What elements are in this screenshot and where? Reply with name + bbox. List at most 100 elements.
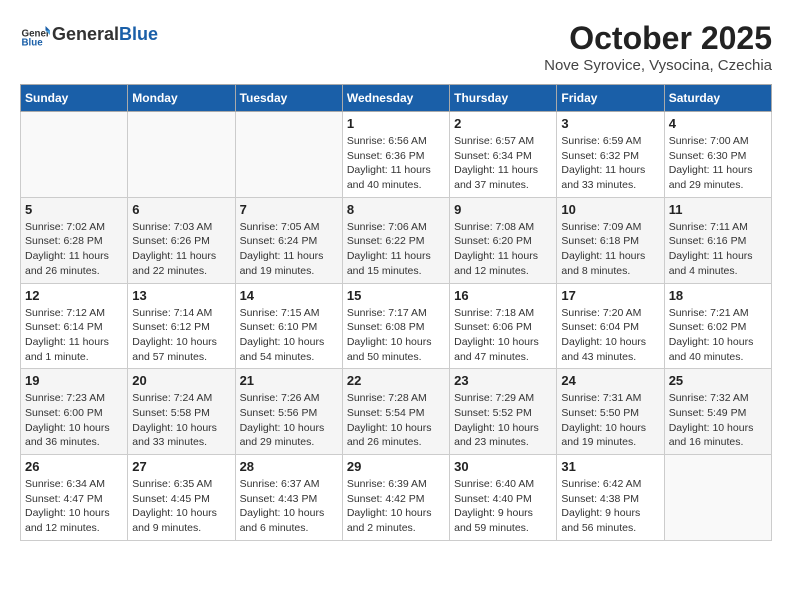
weekday-header-sunday: Sunday <box>21 85 128 112</box>
day-info: Sunrise: 7:29 AM Sunset: 5:52 PM Dayligh… <box>454 391 552 450</box>
day-info: Sunrise: 7:20 AM Sunset: 6:04 PM Dayligh… <box>561 306 659 365</box>
calendar-cell: 17 Sunrise: 7:20 AM Sunset: 6:04 PM Dayli… <box>557 283 664 369</box>
calendar-cell: 2 Sunrise: 6:57 AM Sunset: 6:34 PM Daylig… <box>450 112 557 198</box>
day-number: 24 <box>561 373 659 388</box>
calendar-cell: 6Sunrise: 7:03 AM Sunset: 6:26 PM Daylig… <box>128 197 235 283</box>
page-header: General Blue GeneralBlue October 2025 No… <box>20 20 772 74</box>
day-info: Sunrise: 7:00 AM Sunset: 6:30 PM Dayligh… <box>669 134 767 193</box>
day-number: 2 <box>454 116 552 131</box>
day-number: 27 <box>132 459 230 474</box>
day-info: Sunrise: 7:24 AM Sunset: 5:58 PM Dayligh… <box>132 391 230 450</box>
day-info: Sunrise: 7:05 AM Sunset: 6:24 PM Dayligh… <box>240 220 338 279</box>
calendar-cell: 25 Sunrise: 7:32 AM Sunset: 5:49 PM Dayli… <box>664 369 771 455</box>
day-info: Sunrise: 7:03 AM Sunset: 6:26 PM Dayligh… <box>132 220 230 279</box>
calendar-cell: 31 Sunrise: 6:42 AM Sunset: 4:38 PM Dayli… <box>557 455 664 541</box>
day-info: Sunrise: 7:32 AM Sunset: 5:49 PM Dayligh… <box>669 391 767 450</box>
day-info: Sunrise: 7:15 AM Sunset: 6:10 PM Dayligh… <box>240 306 338 365</box>
logo: General Blue GeneralBlue <box>20 20 158 50</box>
day-info: Sunrise: 7:08 AM Sunset: 6:20 PM Dayligh… <box>454 220 552 279</box>
day-info: Sunrise: 7:26 AM Sunset: 5:56 PM Dayligh… <box>240 391 338 450</box>
calendar-cell <box>128 112 235 198</box>
calendar-cell: 16 Sunrise: 7:18 AM Sunset: 6:06 PM Dayli… <box>450 283 557 369</box>
day-number: 15 <box>347 288 445 303</box>
day-number: 13 <box>132 288 230 303</box>
day-number: 12 <box>25 288 123 303</box>
day-number: 4 <box>669 116 767 131</box>
calendar-cell: 28 Sunrise: 6:37 AM Sunset: 4:43 PM Dayli… <box>235 455 342 541</box>
location: Nove Syrovice, Vysocina, Czechia <box>544 57 772 74</box>
month-title: October 2025 <box>544 20 772 57</box>
calendar-cell: 22Sunrise: 7:28 AM Sunset: 5:54 PM Dayli… <box>342 369 449 455</box>
calendar-cell: 21 Sunrise: 7:26 AM Sunset: 5:56 PM Dayli… <box>235 369 342 455</box>
logo-blue: Blue <box>119 24 158 44</box>
calendar-table: SundayMondayTuesdayWednesdayThursdayFrid… <box>20 84 772 541</box>
weekday-header-tuesday: Tuesday <box>235 85 342 112</box>
calendar-week-row: 5Sunrise: 7:02 AM Sunset: 6:28 PM Daylig… <box>21 197 772 283</box>
calendar-cell: 29Sunrise: 6:39 AM Sunset: 4:42 PM Dayli… <box>342 455 449 541</box>
day-info: Sunrise: 7:18 AM Sunset: 6:06 PM Dayligh… <box>454 306 552 365</box>
calendar-cell: 3 Sunrise: 6:59 AM Sunset: 6:32 PM Daylig… <box>557 112 664 198</box>
calendar-cell: 14 Sunrise: 7:15 AM Sunset: 6:10 PM Dayli… <box>235 283 342 369</box>
calendar-cell: 15 Sunrise: 7:17 AM Sunset: 6:08 PM Dayli… <box>342 283 449 369</box>
day-info: Sunrise: 7:12 AM Sunset: 6:14 PM Dayligh… <box>25 306 123 365</box>
day-number: 23 <box>454 373 552 388</box>
day-number: 9 <box>454 202 552 217</box>
day-info: Sunrise: 6:57 AM Sunset: 6:34 PM Dayligh… <box>454 134 552 193</box>
calendar-cell <box>664 455 771 541</box>
calendar-week-row: 26 Sunrise: 6:34 AM Sunset: 4:47 PM Dayli… <box>21 455 772 541</box>
calendar-cell <box>235 112 342 198</box>
day-number: 3 <box>561 116 659 131</box>
calendar-cell: 18Sunrise: 7:21 AM Sunset: 6:02 PM Dayli… <box>664 283 771 369</box>
calendar-cell: 11 Sunrise: 7:11 AM Sunset: 6:16 PM Dayli… <box>664 197 771 283</box>
day-info: Sunrise: 7:23 AM Sunset: 6:00 PM Dayligh… <box>25 391 123 450</box>
calendar-cell: 30 Sunrise: 6:40 AM Sunset: 4:40 PM Dayli… <box>450 455 557 541</box>
day-info: Sunrise: 7:14 AM Sunset: 6:12 PM Dayligh… <box>132 306 230 365</box>
day-number: 25 <box>669 373 767 388</box>
logo-general: General <box>52 24 119 44</box>
weekday-header-thursday: Thursday <box>450 85 557 112</box>
weekday-header-friday: Friday <box>557 85 664 112</box>
calendar-week-row: 1 Sunrise: 6:56 AM Sunset: 6:36 PM Daylig… <box>21 112 772 198</box>
calendar-week-row: 12 Sunrise: 7:12 AM Sunset: 6:14 PM Dayli… <box>21 283 772 369</box>
day-info: Sunrise: 6:37 AM Sunset: 4:43 PM Dayligh… <box>240 477 338 536</box>
title-block: October 2025 Nove Syrovice, Vysocina, Cz… <box>544 20 772 74</box>
day-number: 14 <box>240 288 338 303</box>
day-number: 17 <box>561 288 659 303</box>
day-number: 18 <box>669 288 767 303</box>
calendar-cell: 5Sunrise: 7:02 AM Sunset: 6:28 PM Daylig… <box>21 197 128 283</box>
calendar-cell <box>21 112 128 198</box>
day-number: 28 <box>240 459 338 474</box>
calendar-cell: 13 Sunrise: 7:14 AM Sunset: 6:12 PM Dayli… <box>128 283 235 369</box>
weekday-header-monday: Monday <box>128 85 235 112</box>
day-info: Sunrise: 6:40 AM Sunset: 4:40 PM Dayligh… <box>454 477 552 536</box>
day-info: Sunrise: 7:06 AM Sunset: 6:22 PM Dayligh… <box>347 220 445 279</box>
day-number: 7 <box>240 202 338 217</box>
day-info: Sunrise: 7:17 AM Sunset: 6:08 PM Dayligh… <box>347 306 445 365</box>
day-info: Sunrise: 6:42 AM Sunset: 4:38 PM Dayligh… <box>561 477 659 536</box>
calendar-cell: 27 Sunrise: 6:35 AM Sunset: 4:45 PM Dayli… <box>128 455 235 541</box>
day-number: 21 <box>240 373 338 388</box>
calendar-cell: 12 Sunrise: 7:12 AM Sunset: 6:14 PM Dayli… <box>21 283 128 369</box>
calendar-cell: 9 Sunrise: 7:08 AM Sunset: 6:20 PM Daylig… <box>450 197 557 283</box>
day-number: 11 <box>669 202 767 217</box>
day-number: 31 <box>561 459 659 474</box>
day-info: Sunrise: 7:11 AM Sunset: 6:16 PM Dayligh… <box>669 220 767 279</box>
day-info: Sunrise: 6:34 AM Sunset: 4:47 PM Dayligh… <box>25 477 123 536</box>
day-number: 19 <box>25 373 123 388</box>
weekday-header-wednesday: Wednesday <box>342 85 449 112</box>
day-info: Sunrise: 6:35 AM Sunset: 4:45 PM Dayligh… <box>132 477 230 536</box>
day-info: Sunrise: 7:28 AM Sunset: 5:54 PM Dayligh… <box>347 391 445 450</box>
day-number: 16 <box>454 288 552 303</box>
day-info: Sunrise: 7:31 AM Sunset: 5:50 PM Dayligh… <box>561 391 659 450</box>
svg-text:Blue: Blue <box>22 38 44 49</box>
day-number: 26 <box>25 459 123 474</box>
day-info: Sunrise: 6:59 AM Sunset: 6:32 PM Dayligh… <box>561 134 659 193</box>
calendar-cell: 20Sunrise: 7:24 AM Sunset: 5:58 PM Dayli… <box>128 369 235 455</box>
day-number: 30 <box>454 459 552 474</box>
calendar-cell: 26 Sunrise: 6:34 AM Sunset: 4:47 PM Dayli… <box>21 455 128 541</box>
day-number: 1 <box>347 116 445 131</box>
calendar-cell: 19 Sunrise: 7:23 AM Sunset: 6:00 PM Dayli… <box>21 369 128 455</box>
calendar-cell: 4 Sunrise: 7:00 AM Sunset: 6:30 PM Daylig… <box>664 112 771 198</box>
day-info: Sunrise: 6:56 AM Sunset: 6:36 PM Dayligh… <box>347 134 445 193</box>
calendar-week-row: 19 Sunrise: 7:23 AM Sunset: 6:00 PM Dayli… <box>21 369 772 455</box>
